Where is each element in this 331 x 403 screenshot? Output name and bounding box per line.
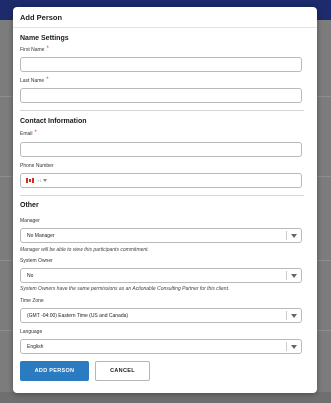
cancel-button[interactable]: CANCEL xyxy=(95,361,150,381)
phone-number-label: Phone Number xyxy=(20,163,54,169)
select-divider xyxy=(286,342,287,351)
chevron-down-icon xyxy=(42,179,47,182)
first-name-label-text: First Name xyxy=(20,47,45,53)
last-name-label: Last Name * xyxy=(20,77,49,84)
first-name-label: First Name * xyxy=(20,46,49,53)
manager-select-value: No Manager xyxy=(27,233,55,239)
section-title-other: Other xyxy=(20,202,39,209)
chevron-down-icon xyxy=(291,274,297,278)
required-marker: * xyxy=(34,130,37,136)
manager-label: Manager xyxy=(20,218,40,224)
last-name-input[interactable] xyxy=(20,88,302,103)
time-zone-select-value: (GMT -04:00) Eastern Time (US and Canada… xyxy=(27,313,129,319)
language-label: Language xyxy=(20,329,43,335)
required-marker: * xyxy=(46,77,49,83)
select-divider xyxy=(286,271,287,280)
select-divider xyxy=(286,231,287,240)
required-marker: * xyxy=(46,46,49,52)
language-select-value: English xyxy=(27,344,44,350)
phone-country-selector[interactable]: +1 xyxy=(26,178,47,183)
select-divider xyxy=(286,311,287,320)
modal-title: Add Person xyxy=(20,13,63,22)
email-input[interactable] xyxy=(20,142,302,157)
add-person-modal: Add Person Name Settings First Name * Las… xyxy=(13,7,317,393)
section-divider xyxy=(20,195,304,196)
background-footer xyxy=(0,392,331,403)
language-select[interactable]: English xyxy=(20,339,302,354)
chevron-down-icon xyxy=(291,314,297,318)
system-owner-select[interactable]: No xyxy=(20,268,302,283)
add-person-button[interactable]: ADD PERSON xyxy=(20,361,89,381)
email-label-text: Email xyxy=(20,131,33,137)
section-divider xyxy=(20,110,304,111)
last-name-label-text: Last Name xyxy=(20,78,45,84)
section-title-contact-information: Contact Information xyxy=(20,118,87,125)
system-owner-help-text: System Owners have the same permissions … xyxy=(20,286,230,292)
time-zone-select[interactable]: (GMT -04:00) Eastern Time (US and Canada… xyxy=(20,308,302,323)
phone-country-code: +1 xyxy=(37,178,42,183)
title-divider xyxy=(13,27,317,28)
canada-flag-icon xyxy=(26,178,34,183)
phone-number-input[interactable]: +1 xyxy=(20,173,302,188)
system-owner-label: System Owner xyxy=(20,258,53,264)
system-owner-select-value: No xyxy=(27,273,34,279)
time-zone-label: Time Zone xyxy=(20,298,44,304)
first-name-input[interactable] xyxy=(20,57,302,72)
manager-help-text: Manager will be able to view this partic… xyxy=(20,247,149,253)
chevron-down-icon xyxy=(291,345,297,349)
manager-select[interactable]: No Manager xyxy=(20,228,302,243)
email-label: Email * xyxy=(20,130,37,137)
section-title-name-settings: Name Settings xyxy=(20,35,69,42)
chevron-down-icon xyxy=(291,234,297,238)
